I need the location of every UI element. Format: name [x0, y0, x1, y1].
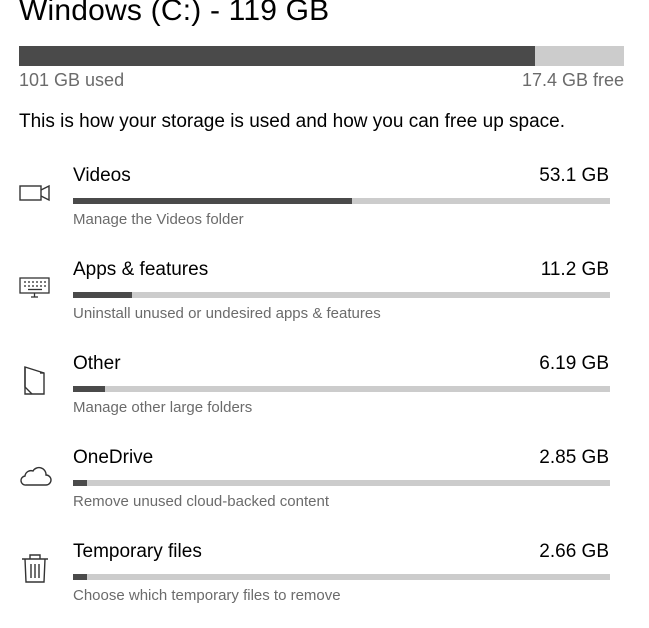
category-name: Apps & features: [73, 259, 209, 280]
category-usage-bar: [73, 386, 610, 392]
category-temporary-files[interactable]: Temporary files 2.66 GB Choose which tem…: [0, 541, 649, 621]
category-videos[interactable]: Videos 53.1 GB Manage the Videos folder: [0, 165, 649, 245]
drive-title: Windows (C:) - 119 GB: [19, 0, 330, 27]
video-camera-icon: [16, 173, 54, 211]
category-name: Other: [73, 353, 121, 374]
category-description: Manage the Videos folder: [73, 211, 244, 228]
category-description: Uninstall unused or undesired apps & fea…: [73, 305, 381, 322]
category-usage-bar: [73, 480, 610, 486]
category-size: 2.85 GB: [539, 447, 609, 468]
category-apps-features[interactable]: Apps & features 11.2 GB Uninstall unused…: [0, 259, 649, 339]
category-usage-bar-fill: [73, 574, 87, 580]
drive-used-label: 101 GB used: [19, 70, 125, 90]
intro-text: This is how your storage is used and how…: [19, 111, 566, 132]
drive-usage-bar: [19, 46, 624, 66]
category-usage-bar-fill: [73, 386, 106, 392]
category-description: Remove unused cloud-backed content: [73, 493, 329, 510]
category-usage-bar-fill: [73, 198, 353, 204]
category-description: Choose which temporary files to remove: [73, 587, 341, 604]
trash-icon: [16, 549, 54, 587]
category-usage-bar: [73, 574, 610, 580]
category-usage-bar: [73, 292, 610, 298]
category-onedrive[interactable]: OneDrive 2.85 GB Remove unused cloud-bac…: [0, 447, 649, 527]
category-usage-bar: [73, 198, 610, 204]
category-name: Videos: [73, 165, 131, 186]
cloud-icon: [16, 455, 54, 493]
category-size: 6.19 GB: [539, 353, 609, 374]
category-size: 2.66 GB: [539, 541, 609, 562]
category-usage-bar-fill: [73, 480, 88, 486]
drive-usage-bar-fill: [19, 46, 536, 66]
category-size: 53.1 GB: [539, 165, 609, 186]
category-description: Manage other large folders: [73, 399, 253, 416]
folder-icon: [16, 361, 54, 399]
category-name: OneDrive: [73, 447, 154, 468]
category-name: Temporary files: [73, 541, 202, 562]
drive-free-label: 17.4 GB free: [521, 70, 624, 90]
category-other[interactable]: Other 6.19 GB Manage other large folders: [0, 353, 649, 433]
category-size: 11.2 GB: [540, 259, 609, 280]
category-usage-bar-fill: [73, 292, 133, 298]
keyboard-icon: [16, 267, 54, 305]
